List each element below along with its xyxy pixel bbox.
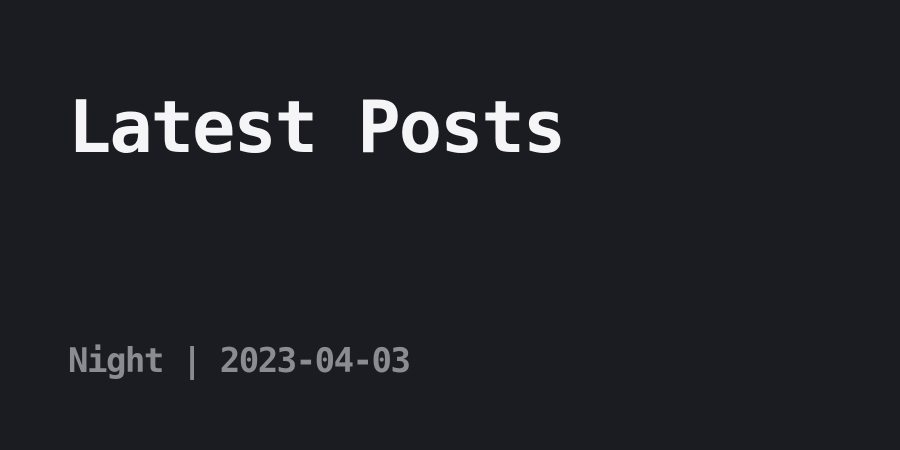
- post-meta: Night | 2023-04-03: [68, 341, 411, 381]
- share-card: Latest Posts Night | 2023-04-03: [0, 0, 900, 450]
- page-title: Latest Posts: [68, 85, 566, 169]
